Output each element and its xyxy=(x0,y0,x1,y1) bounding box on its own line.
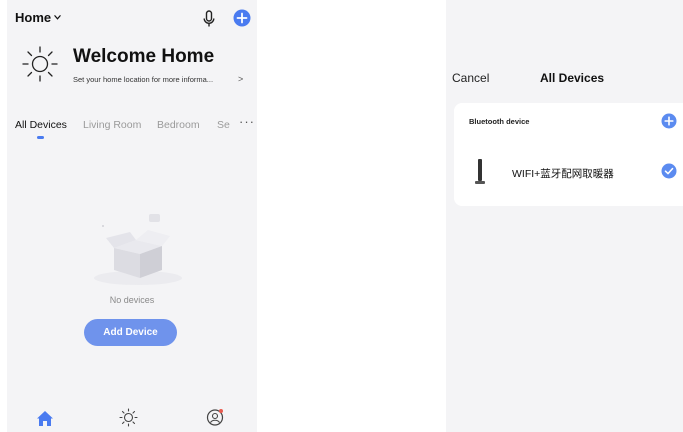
empty-state-text: No devices xyxy=(109,295,155,305)
cancel-button[interactable]: Cancel xyxy=(452,71,489,85)
heater-device-icon xyxy=(475,159,485,184)
chevron-down-icon[interactable] xyxy=(54,14,61,21)
add-device-button[interactable]: Add Device xyxy=(84,319,177,346)
chevron-right-icon[interactable]: > xyxy=(238,74,243,84)
checkmark-icon[interactable] xyxy=(661,163,677,179)
add-circle-icon[interactable] xyxy=(661,113,677,129)
tab-all-devices[interactable]: All Devices xyxy=(15,119,67,131)
header: Cancel All Devices xyxy=(446,70,683,88)
section-label: Bluetooth device xyxy=(469,117,530,126)
tab-living-room[interactable]: Living Room xyxy=(83,119,141,131)
home-screen: Home Welcome Home Set your home location… xyxy=(7,0,257,432)
sun-icon[interactable] xyxy=(119,408,138,427)
device-name[interactable]: WIFI+蓝牙配网取暖器 xyxy=(512,166,614,181)
empty-box-illustration xyxy=(94,214,182,285)
active-tab-indicator xyxy=(37,136,44,139)
page-title: All Devices xyxy=(540,71,605,85)
home-selector[interactable]: Home xyxy=(15,10,51,25)
device-card: Bluetooth device WIFI+蓝牙配网取暖器 xyxy=(454,103,683,206)
tab-bedroom[interactable]: Bedroom xyxy=(157,119,200,131)
microphone-icon[interactable] xyxy=(202,10,216,28)
top-bar: Home xyxy=(15,9,251,29)
more-tabs-icon[interactable]: ··· xyxy=(239,114,255,129)
bottom-navigation xyxy=(7,406,257,432)
device-list-screen: Cancel All Devices Bluetooth device WIFI… xyxy=(446,0,683,432)
add-circle-icon[interactable] xyxy=(233,9,251,27)
weather-sun-icon xyxy=(22,46,58,82)
room-tabs: All Devices Living Room Bedroom Se ··· xyxy=(15,114,254,143)
tab-partial[interactable]: Se xyxy=(217,119,230,131)
profile-icon[interactable] xyxy=(206,408,224,426)
home-icon[interactable] xyxy=(36,410,54,427)
home-location-prompt[interactable]: Set your home location for more informa.… xyxy=(73,75,213,84)
welcome-title: Welcome Home xyxy=(73,46,215,67)
